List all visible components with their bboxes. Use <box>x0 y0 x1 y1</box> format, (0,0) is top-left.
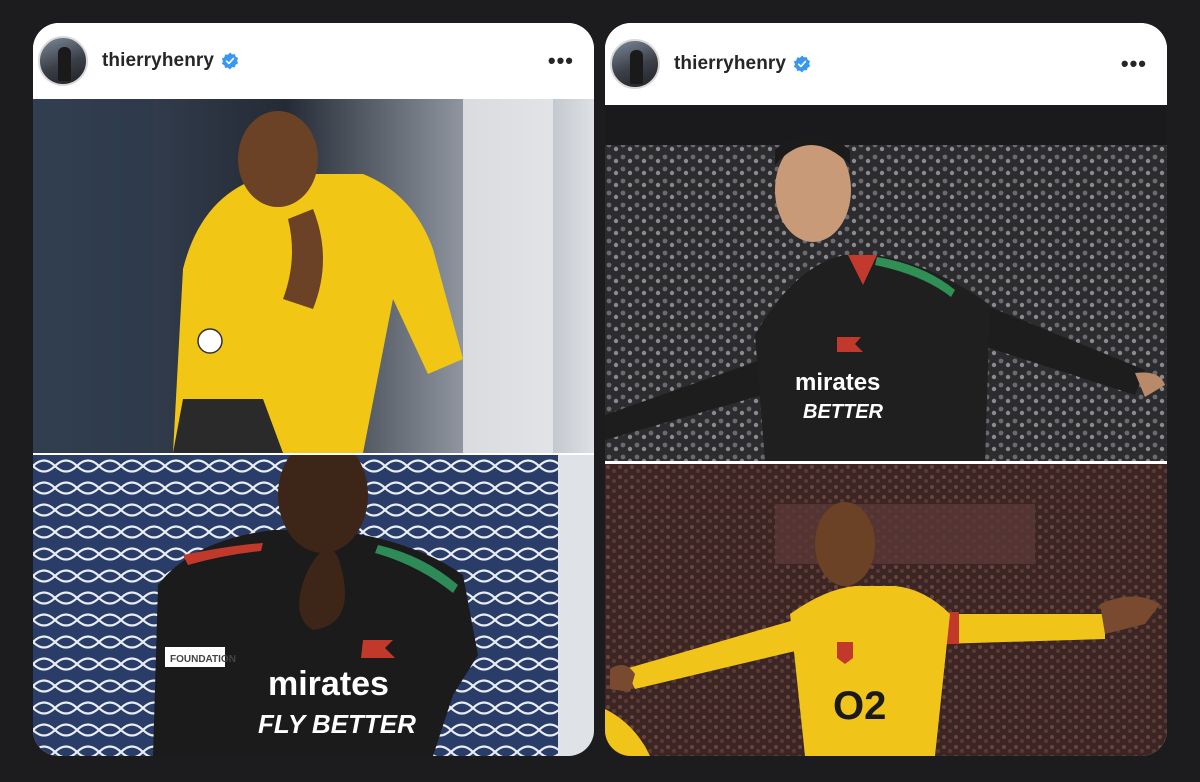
sleeve-badge-text: FOUNDATION <box>170 654 236 665</box>
more-options-icon[interactable]: ••• <box>548 50 574 72</box>
verified-badge-icon <box>793 55 811 73</box>
shirt-sponsor-text: mirates <box>795 369 880 396</box>
post-photo-top[interactable]: mirates BETTER <box>605 105 1167 461</box>
username[interactable]: thierryhenry <box>674 53 786 75</box>
shirt-sponsor-subtext: BETTER <box>803 401 884 423</box>
shirt-sponsor-text: mirates <box>268 665 389 703</box>
shirt-sponsor-subtext: FLY BETTER <box>258 709 416 739</box>
shirt-sponsor-text: O2 <box>833 684 886 728</box>
instagram-post-right: thierryhenry ••• mirates BETTER O2 <box>605 23 1167 756</box>
post-photo-bottom[interactable]: mirates FLY BETTER FOUNDATION <box>33 455 594 756</box>
more-options-icon[interactable]: ••• <box>1121 53 1147 75</box>
verified-badge-icon <box>221 52 239 70</box>
post-header: thierryhenry ••• <box>605 23 1167 105</box>
post-header: thierryhenry ••• <box>33 23 594 99</box>
profile-avatar[interactable] <box>38 36 88 86</box>
post-photo-bottom[interactable]: O2 <box>605 464 1167 756</box>
instagram-post-left: thierryhenry ••• mirates FLY BETTER FOUN… <box>33 23 594 756</box>
post-photo-top[interactable] <box>33 99 594 453</box>
username[interactable]: thierryhenry <box>102 50 214 72</box>
profile-avatar[interactable] <box>610 39 660 89</box>
